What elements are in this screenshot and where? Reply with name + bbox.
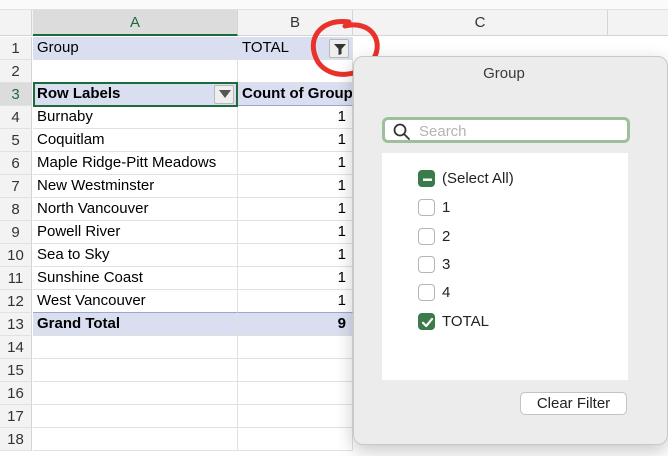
empty-cell[interactable] xyxy=(238,405,353,428)
report-filter-field[interactable]: Group xyxy=(33,37,238,60)
empty-cell[interactable] xyxy=(238,382,353,405)
empty-cell[interactable] xyxy=(33,382,238,405)
row-header[interactable]: 4 xyxy=(0,106,32,129)
pivot-row-count[interactable]: 1 xyxy=(238,244,353,267)
count-of-group-header[interactable]: Count of Group xyxy=(238,83,353,106)
filter-option-label: 1 xyxy=(442,199,451,216)
empty-cell[interactable] xyxy=(238,60,353,83)
pivot-row-count[interactable]: 1 xyxy=(238,290,353,313)
row-header[interactable]: 16 xyxy=(0,382,32,405)
empty-cell[interactable] xyxy=(238,359,353,382)
row-header[interactable]: 14 xyxy=(0,336,32,359)
chevron-down-icon xyxy=(219,90,231,98)
pivot-row-count[interactable]: 1 xyxy=(238,267,353,290)
pivot-row-label[interactable]: Maple Ridge-Pitt Meadows xyxy=(33,152,238,175)
toolbar-edge xyxy=(0,0,668,10)
filter-popover: Group (Select All) 1 2 3 4 xyxy=(353,56,668,445)
row-header[interactable]: 8 xyxy=(0,198,32,221)
empty-cell[interactable] xyxy=(238,336,353,359)
minus-icon xyxy=(423,178,432,181)
pivot-row-count[interactable]: 1 xyxy=(238,198,353,221)
mixed-checkbox[interactable] xyxy=(418,170,435,187)
column-header-c[interactable]: C xyxy=(353,10,608,36)
row-header[interactable]: 1 xyxy=(0,37,32,60)
row-header[interactable]: 18 xyxy=(0,428,32,451)
empty-cell[interactable] xyxy=(238,428,353,451)
row-header[interactable]: 11 xyxy=(0,267,32,290)
grand-total-value[interactable]: 9 xyxy=(238,312,353,336)
pivot-row-label[interactable]: Powell River xyxy=(33,221,238,244)
empty-cell[interactable] xyxy=(33,336,238,359)
pivot-row-label[interactable]: Coquitlam xyxy=(33,129,238,152)
pivot-row-count[interactable]: 1 xyxy=(238,221,353,244)
row-header[interactable]: 7 xyxy=(0,175,32,198)
checkmark-icon xyxy=(421,317,434,328)
select-all-corner[interactable] xyxy=(0,10,32,36)
empty-cell[interactable] xyxy=(33,60,238,83)
row-header[interactable]: 2 xyxy=(0,60,32,83)
row-labels-dropdown-button[interactable] xyxy=(214,85,234,104)
pivot-row-label[interactable]: Sunshine Coast xyxy=(33,267,238,290)
column-header-b[interactable]: B xyxy=(238,10,353,36)
pivot-row-count[interactable]: 1 xyxy=(238,152,353,175)
grand-total-label[interactable]: Grand Total xyxy=(33,312,238,336)
pivot-row-label[interactable]: New Westminster xyxy=(33,175,238,198)
pivot-row-label[interactable]: West Vancouver xyxy=(33,290,238,313)
row-header[interactable]: 9 xyxy=(0,221,32,244)
clear-filter-button[interactable]: Clear Filter xyxy=(520,392,627,415)
unchecked-checkbox[interactable] xyxy=(418,199,435,216)
pivot-row-count[interactable]: 1 xyxy=(238,129,353,152)
filter-option-label: 4 xyxy=(442,284,451,301)
filter-funnel-icon xyxy=(334,44,346,55)
filter-option-label: TOTAL xyxy=(442,313,489,330)
row-labels-header[interactable]: Row Labels xyxy=(33,83,238,106)
column-headers: A B C xyxy=(0,10,668,36)
row-header[interactable]: 15 xyxy=(0,359,32,382)
filter-options-list: (Select All) 1 2 3 4 TOTAL xyxy=(382,153,628,380)
pivot-row-label[interactable]: North Vancouver xyxy=(33,198,238,221)
empty-cell[interactable] xyxy=(33,428,238,451)
pivot-row-count[interactable]: 1 xyxy=(238,106,353,129)
pivot-row-count[interactable]: 1 xyxy=(238,175,353,198)
empty-cell[interactable] xyxy=(33,359,238,382)
search-icon xyxy=(393,123,410,140)
empty-cell[interactable] xyxy=(33,405,238,428)
checked-checkbox[interactable] xyxy=(418,313,435,330)
filter-dropdown-button[interactable] xyxy=(329,39,349,58)
search-input[interactable] xyxy=(419,121,619,141)
row-header[interactable]: 10 xyxy=(0,244,32,267)
unchecked-checkbox[interactable] xyxy=(418,284,435,301)
filter-option-label: (Select All) xyxy=(442,170,514,187)
pivot-row-label[interactable]: Sea to Sky xyxy=(33,244,238,267)
popover-title: Group xyxy=(483,65,525,82)
filter-option-label: 3 xyxy=(442,256,451,273)
row-header[interactable]: 12 xyxy=(0,290,32,313)
row-header[interactable]: 6 xyxy=(0,152,32,175)
row-header[interactable]: 3 xyxy=(0,83,32,106)
unchecked-checkbox[interactable] xyxy=(418,228,435,245)
row-header[interactable]: 13 xyxy=(0,313,32,336)
row-header[interactable]: 5 xyxy=(0,129,32,152)
column-header-a[interactable]: A xyxy=(33,10,238,36)
filter-option-label: 2 xyxy=(442,228,451,245)
row-header[interactable]: 17 xyxy=(0,405,32,428)
search-box[interactable] xyxy=(382,117,630,143)
unchecked-checkbox[interactable] xyxy=(418,256,435,273)
pivot-row-label[interactable]: Burnaby xyxy=(33,106,238,129)
